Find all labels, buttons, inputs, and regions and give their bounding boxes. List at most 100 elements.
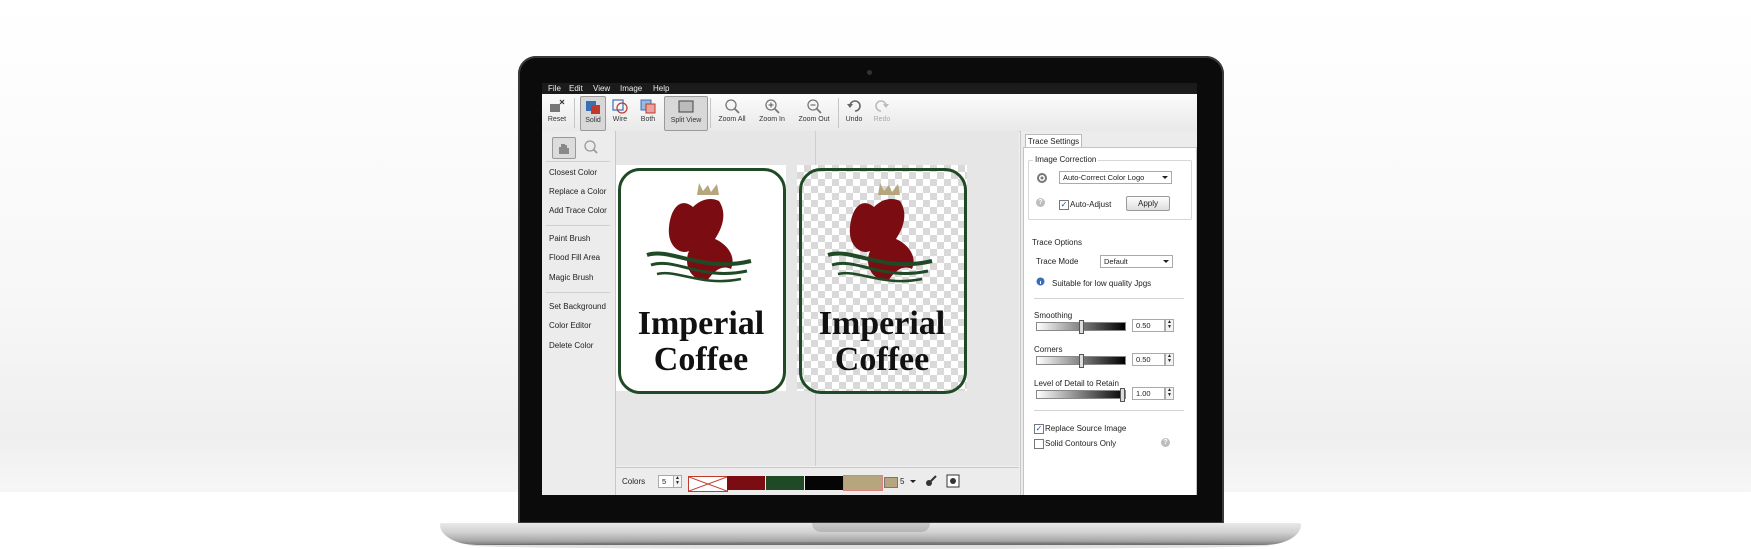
magnifier-tool[interactable] <box>580 137 602 157</box>
menu-file[interactable]: File <box>548 84 561 93</box>
eyedropper-icon[interactable] <box>924 474 938 488</box>
detail-label: Level of Detail to Retain <box>1034 379 1119 388</box>
redo-button[interactable]: Redo <box>870 96 894 129</box>
zoom-in-button[interactable]: Zoom In <box>754 96 790 129</box>
magnifier-icon <box>584 140 598 154</box>
hand-icon <box>559 144 569 154</box>
replace-source-label: Replace Source Image <box>1045 424 1127 433</box>
image-correction-legend: Image Correction <box>1033 155 1099 164</box>
trace-options-label: Trace Options <box>1032 238 1082 247</box>
chevron-down-icon <box>910 480 916 486</box>
palette-swatch[interactable] <box>766 476 804 490</box>
both-icon <box>639 98 657 114</box>
redo-icon <box>873 98 891 114</box>
replace-source-checkbox[interactable]: ✓ <box>1034 424 1044 434</box>
trace-hint: Suitable for low quality Jpgs <box>1052 279 1152 288</box>
canvas-area[interactable]: Imperial Coffee Imperial Coffee <box>616 131 1019 466</box>
palette-swatch[interactable] <box>805 476 843 490</box>
color-bar: Colors 5 ▲ ▼ 5 <box>616 467 1019 495</box>
hand-tool[interactable] <box>552 137 576 159</box>
menu-image[interactable]: Image <box>620 84 642 93</box>
logo-line-2: Coffee <box>653 341 749 378</box>
tool-closest-color[interactable]: Closest Color <box>549 168 597 177</box>
corners-slider[interactable] <box>1036 354 1126 368</box>
reset-icon <box>548 98 566 114</box>
tool-replace-color[interactable]: Replace a Color <box>549 187 606 196</box>
griffin-emblem <box>646 183 752 283</box>
menu-help[interactable]: Help <box>653 84 669 93</box>
undo-button[interactable]: Undo <box>842 96 866 129</box>
gear-icon <box>1037 173 1047 183</box>
solid-contours-checkbox[interactable] <box>1034 439 1044 449</box>
apply-button[interactable]: Apply <box>1126 196 1170 211</box>
zoom-in-icon <box>763 98 781 114</box>
palette-swatch[interactable] <box>688 476 728 492</box>
tool-flood-fill[interactable]: Flood Fill Area <box>549 253 600 262</box>
help-icon[interactable]: ? <box>1036 198 1045 207</box>
split-view-icon <box>677 99 695 115</box>
app-window: File Edit View Image Help Reset Solid Wi… <box>542 83 1197 495</box>
corners-input[interactable]: 0.50 <box>1132 353 1165 366</box>
toolbar: Reset Solid Wire Both Split View Zoom Al… <box>542 94 1197 132</box>
menu-view[interactable]: View <box>593 84 610 93</box>
both-button[interactable]: Both <box>636 96 660 129</box>
preview-toggle-icon[interactable] <box>946 474 960 488</box>
tab-trace-settings[interactable]: Trace Settings <box>1025 134 1082 148</box>
traced-preview[interactable]: Imperial Coffee <box>797 165 967 394</box>
smoothing-label: Smoothing <box>1034 311 1073 320</box>
zoom-all-button[interactable]: Zoom All <box>714 96 750 129</box>
solid-contours-label: Solid Contours Only <box>1045 439 1117 448</box>
tool-add-trace-color[interactable]: Add Trace Color <box>549 206 607 215</box>
wire-icon <box>611 98 629 114</box>
wire-button[interactable]: Wire <box>608 96 632 129</box>
reset-button[interactable]: Reset <box>544 96 570 129</box>
smoothing-spinner[interactable]: ▲ ▼ <box>1165 319 1174 332</box>
trace-settings-panel: Trace Settings Image Correction Auto-Cor… <box>1020 131 1197 495</box>
palette-swatch[interactable] <box>843 475 883 491</box>
menu-bar: File Edit View Image Help <box>542 83 1197 94</box>
zoom-out-button[interactable]: Zoom Out <box>794 96 834 129</box>
colors-spinner[interactable]: ▲ ▼ <box>673 475 682 488</box>
tool-color-editor[interactable]: Color Editor <box>549 321 591 330</box>
image-correction-group: Image Correction Auto-Correct Color Logo… <box>1028 155 1192 220</box>
tool-paint-brush[interactable]: Paint Brush <box>549 234 590 243</box>
help-icon-2[interactable]: ? <box>1161 438 1170 447</box>
zoom-all-icon <box>723 98 741 114</box>
webcam <box>867 70 872 75</box>
undo-icon <box>845 98 863 114</box>
correction-select[interactable]: Auto-Correct Color Logo <box>1059 171 1172 184</box>
colors-count-input[interactable]: 5 <box>658 475 674 488</box>
traced-line-2: Coffee <box>834 341 930 378</box>
auto-adjust-label: Auto-Adjust <box>1070 200 1112 209</box>
swatch-chip <box>884 477 898 488</box>
split-view-button[interactable]: Split View <box>664 96 708 131</box>
corners-spinner[interactable]: ▲ ▼ <box>1165 353 1174 366</box>
trace-mode-label: Trace Mode <box>1036 257 1079 266</box>
solid-icon <box>584 99 602 115</box>
tool-delete-color[interactable]: Delete Color <box>549 341 593 350</box>
info-icon <box>1036 277 1045 286</box>
laptop-notch <box>812 523 930 532</box>
source-image[interactable]: Imperial Coffee <box>616 165 786 394</box>
trace-mode-select[interactable]: Default <box>1100 255 1173 268</box>
logo-line-1: Imperial <box>637 305 765 342</box>
tools-panel: Closest Color Replace a Color Add Trace … <box>542 131 616 495</box>
smoothing-slider[interactable] <box>1036 320 1126 334</box>
corners-label: Corners <box>1034 345 1063 354</box>
detail-slider[interactable] <box>1036 388 1126 402</box>
tool-set-background[interactable]: Set Background <box>549 302 606 311</box>
laptop-shadow <box>470 542 1270 549</box>
smoothing-input[interactable]: 0.50 <box>1132 319 1165 332</box>
palette-swatch[interactable] <box>727 476 765 490</box>
detail-input[interactable]: 1.00 <box>1132 387 1165 400</box>
count-select[interactable]: 5 <box>900 477 904 486</box>
tool-magic-brush[interactable]: Magic Brush <box>549 273 593 282</box>
colors-label: Colors <box>622 477 646 486</box>
solid-button[interactable]: Solid <box>580 96 606 131</box>
griffin-emblem-traced <box>827 183 933 283</box>
menu-edit[interactable]: Edit <box>569 84 583 93</box>
zoom-out-icon <box>805 98 823 114</box>
auto-adjust-checkbox[interactable]: ✓ <box>1059 200 1069 210</box>
traced-line-1: Imperial <box>818 305 946 342</box>
detail-spinner[interactable]: ▲ ▼ <box>1165 387 1174 400</box>
